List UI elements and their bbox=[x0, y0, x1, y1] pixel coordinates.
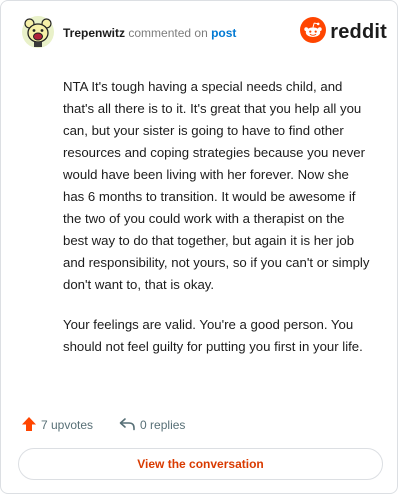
replies-stat[interactable]: 0 replies bbox=[119, 416, 185, 435]
avatar-icon[interactable] bbox=[21, 15, 55, 49]
reddit-brand[interactable]: reddit bbox=[300, 16, 387, 48]
upvote-arrow-icon bbox=[21, 416, 37, 435]
author-name[interactable]: Trepenwitz bbox=[63, 26, 125, 40]
replies-count: 0 replies bbox=[140, 418, 186, 432]
post-link[interactable]: post bbox=[211, 26, 236, 40]
upvotes-count: 7 upvotes bbox=[41, 418, 94, 432]
comment-meta: Trepenwitz commented on post bbox=[63, 26, 236, 40]
reply-arrow-icon bbox=[119, 416, 136, 435]
comment-body: NTA It's tough having a special needs ch… bbox=[63, 76, 371, 376]
upvotes-stat[interactable]: 7 upvotes bbox=[21, 416, 93, 435]
comment-paragraph-2: Your feelings are valid. You're a good p… bbox=[63, 317, 363, 354]
comment-paragraph-1: NTA It's tough having a special needs ch… bbox=[63, 79, 370, 292]
brand-wordmark: reddit bbox=[330, 20, 387, 43]
comment-header: Trepenwitz commented on post reddit bbox=[21, 15, 387, 55]
embedded-comment-card: Trepenwitz commented on post reddit NTA … bbox=[0, 0, 398, 494]
action-text: commented on bbox=[128, 26, 208, 40]
view-conversation-button[interactable]: View the conversation bbox=[18, 448, 383, 480]
reddit-logo-icon bbox=[300, 16, 327, 48]
comment-footer: 7 upvotes 0 replies bbox=[21, 414, 381, 436]
